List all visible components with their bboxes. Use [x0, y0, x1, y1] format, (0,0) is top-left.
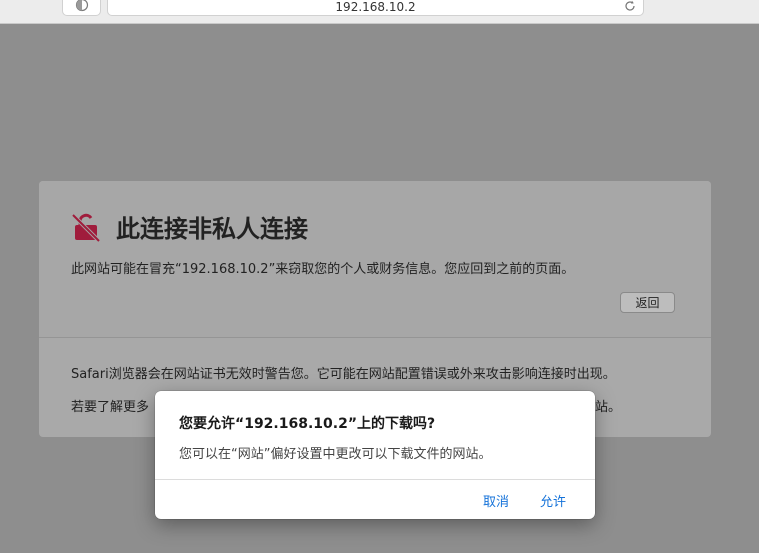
warning-header-section: 此连接非私人连接 此网站可能在冒充“192.168.10.2”来窃取您的个人或财…	[39, 181, 711, 338]
warning-detail-line2-tail: 站。	[595, 400, 622, 415]
dialog-message: 您可以在“网站”偏好设置中更改可以下载文件的网站。	[179, 447, 492, 462]
sidebar-toggle-button[interactable]	[62, 0, 101, 16]
dialog-title: 您要允许“192.168.10.2”上的下载吗?	[179, 416, 436, 432]
address-bar[interactable]: 192.168.10.2	[107, 0, 644, 16]
sidebar-icon	[75, 0, 88, 12]
allow-button[interactable]: 允许	[540, 491, 566, 510]
download-permission-dialog: 您要允许“192.168.10.2”上的下载吗? 您可以在“网站”偏好设置中更改…	[155, 391, 595, 519]
warning-title: 此连接非私人连接	[116, 215, 308, 243]
warning-detail-line2: 若要了解更多	[71, 400, 150, 415]
warning-description: 此网站可能在冒充“192.168.10.2”来窃取您的个人或财务信息。您应回到之…	[71, 262, 575, 277]
dialog-divider	[155, 479, 595, 480]
broken-lock-icon	[71, 213, 101, 243]
address-text: 192.168.10.2	[335, 0, 416, 14]
cancel-button[interactable]: 取消	[483, 491, 509, 510]
reload-icon[interactable]	[623, 0, 637, 13]
browser-toolbar: 192.168.10.2	[0, 0, 759, 24]
back-button[interactable]: 返回	[620, 292, 675, 313]
warning-detail-line1: Safari浏览器会在网站证书无效时警告您。它可能在网站配置错误或外来攻击影响连…	[71, 367, 616, 382]
